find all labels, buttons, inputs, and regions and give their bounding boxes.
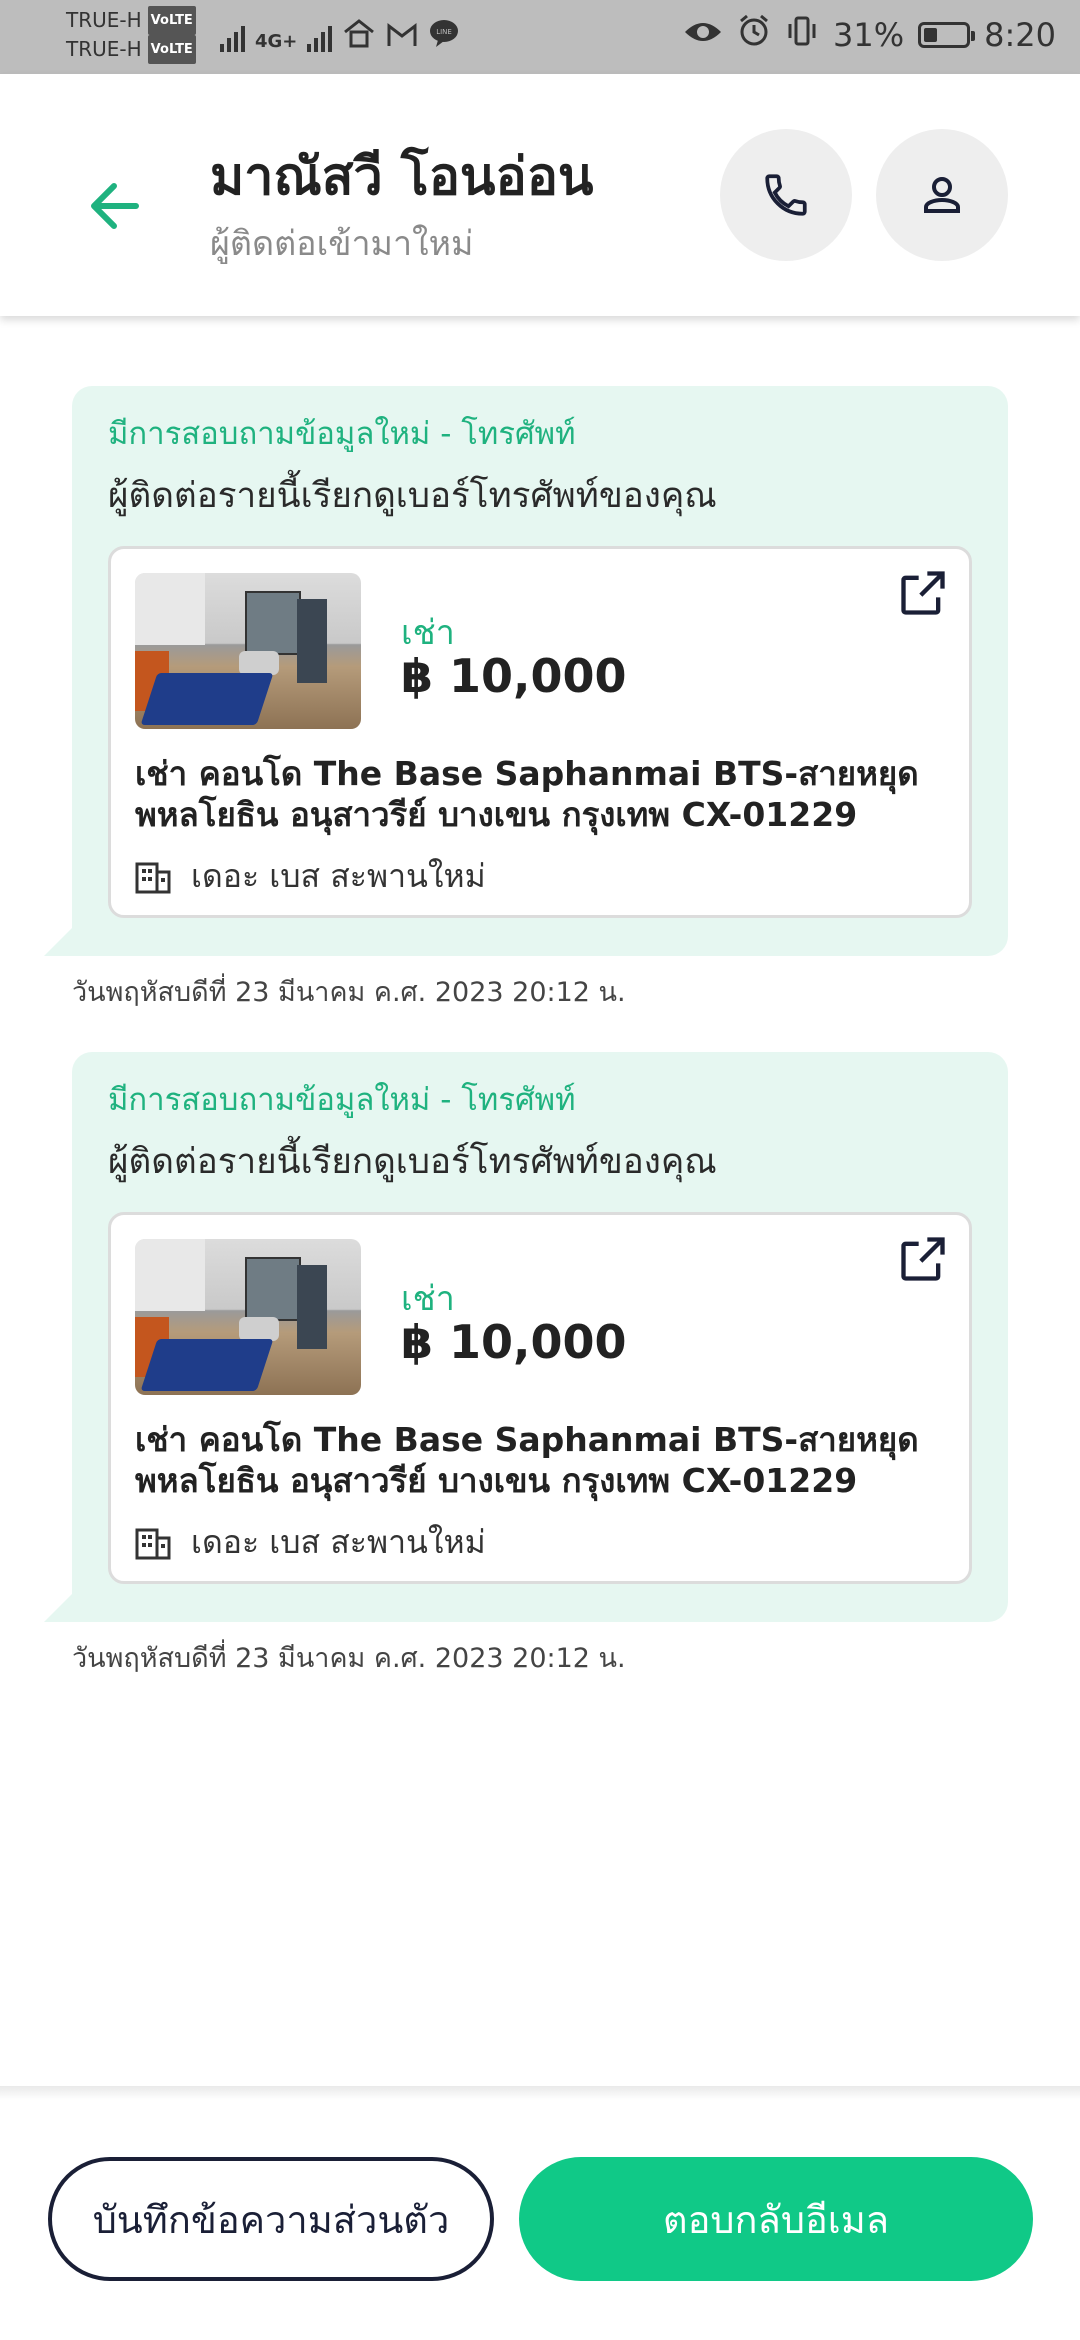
status-bar: TRUE-H VoLTE TRUE-H VoLTE 4G+ LINE 31% 8:2… xyxy=(0,0,1080,74)
bottom-divider xyxy=(0,2086,1080,2100)
signal-icon xyxy=(307,22,333,52)
call-button[interactable] xyxy=(720,129,852,261)
phone-icon xyxy=(765,174,807,216)
listing-title: เช่า คอนโด The Base Saphanmai BTS-สายหยุ… xyxy=(135,754,919,834)
eye-icon xyxy=(683,16,723,54)
wifi-icon xyxy=(342,18,376,52)
listing-price: ฿ 10,000 xyxy=(401,1315,627,1369)
network-type: 4G+ xyxy=(255,31,298,52)
status-right: 31% 8:20 xyxy=(683,14,1056,56)
building-icon xyxy=(135,1528,171,1559)
volte-badge: VoLTE xyxy=(147,35,196,64)
message-text: ผู้ติดต่อรายนี้เรียกดูเบอร์โทรศัพท์ของคุ… xyxy=(108,1142,717,1182)
building-row: เดอะ เบส สะพานใหม่ xyxy=(135,851,486,902)
inquiry-message: มีการสอบถามข้อมูลใหม่ - โทรศัพท์ ผู้ติดต… xyxy=(44,1052,1008,1622)
inquiry-message: มีการสอบถามข้อมูลใหม่ - โทรศัพท์ ผู้ติดต… xyxy=(44,386,1008,956)
open-external-icon[interactable] xyxy=(897,567,949,619)
listing-card[interactable]: เช่า ฿ 10,000 เช่า คอนโด The Base Saphan… xyxy=(108,1212,972,1584)
listing-card[interactable]: เช่า ฿ 10,000 เช่า คอนโด The Base Saphan… xyxy=(108,546,972,918)
battery-percent: 31% xyxy=(833,16,905,54)
person-icon xyxy=(924,177,960,213)
listing-photo xyxy=(135,1239,361,1395)
contact-status: ผู้ติดต่อเข้ามาใหม่ xyxy=(210,224,474,264)
reply-email-button[interactable]: ตอบกลับอีเมล xyxy=(519,2157,1033,2281)
message-title: มีการสอบถามข้อมูลใหม่ - โทรศัพท์ xyxy=(108,1082,576,1118)
private-note-button[interactable]: บันทึกข้อความส่วนตัว xyxy=(48,2157,494,2281)
message-timestamp: วันพฤหัสบดีที่ 23 มีนาคม ค.ศ. 2023 20:12… xyxy=(72,977,626,1008)
message-timestamp: วันพฤหัสบดีที่ 23 มีนาคม ค.ศ. 2023 20:12… xyxy=(72,1643,626,1674)
signal-icon xyxy=(220,22,245,52)
alarm-icon xyxy=(737,14,771,56)
listing-title: เช่า คอนโด The Base Saphanmai BTS-สายหยุ… xyxy=(135,1420,919,1500)
building-row: เดอะ เบส สะพานใหม่ xyxy=(135,1517,486,1568)
gmail-icon xyxy=(386,22,418,52)
message-title: มีการสอบถามข้อมูลใหม่ - โทรศัพท์ xyxy=(108,416,576,452)
signal-indicators: 4G+ LINE xyxy=(220,18,460,52)
building-name: เดอะ เบส สะพานใหม่ xyxy=(191,857,486,895)
building-icon xyxy=(135,862,171,893)
message-text: ผู้ติดต่อรายนี้เรียกดูเบอร์โทรศัพท์ของคุ… xyxy=(108,476,717,516)
building-name: เดอะ เบส สะพานใหม่ xyxy=(191,1523,486,1561)
svg-text:LINE: LINE xyxy=(437,28,453,36)
listing-photo xyxy=(135,573,361,729)
battery-level xyxy=(924,28,937,42)
vibrate-icon xyxy=(785,14,819,56)
back-button[interactable] xyxy=(80,166,160,246)
contact-header: มาณัสวี โอนอ่อน ผู้ติดต่อเข้ามาใหม่ xyxy=(0,74,1080,316)
volte-badge: VoLTE xyxy=(147,6,196,35)
clock: 8:20 xyxy=(984,16,1056,54)
battery-icon xyxy=(918,22,976,48)
contact-name: มาณัสวี โอนอ่อน xyxy=(210,147,594,207)
carrier-1: TRUE-H xyxy=(66,8,142,32)
listing-price: ฿ 10,000 xyxy=(401,649,627,703)
line-icon: LINE xyxy=(428,18,460,52)
carrier-info: TRUE-H VoLTE TRUE-H VoLTE xyxy=(66,6,196,64)
arrow-left-icon xyxy=(91,183,139,229)
open-external-icon[interactable] xyxy=(897,1233,949,1285)
contact-profile-button[interactable] xyxy=(876,129,1008,261)
carrier-2: TRUE-H xyxy=(66,37,142,61)
